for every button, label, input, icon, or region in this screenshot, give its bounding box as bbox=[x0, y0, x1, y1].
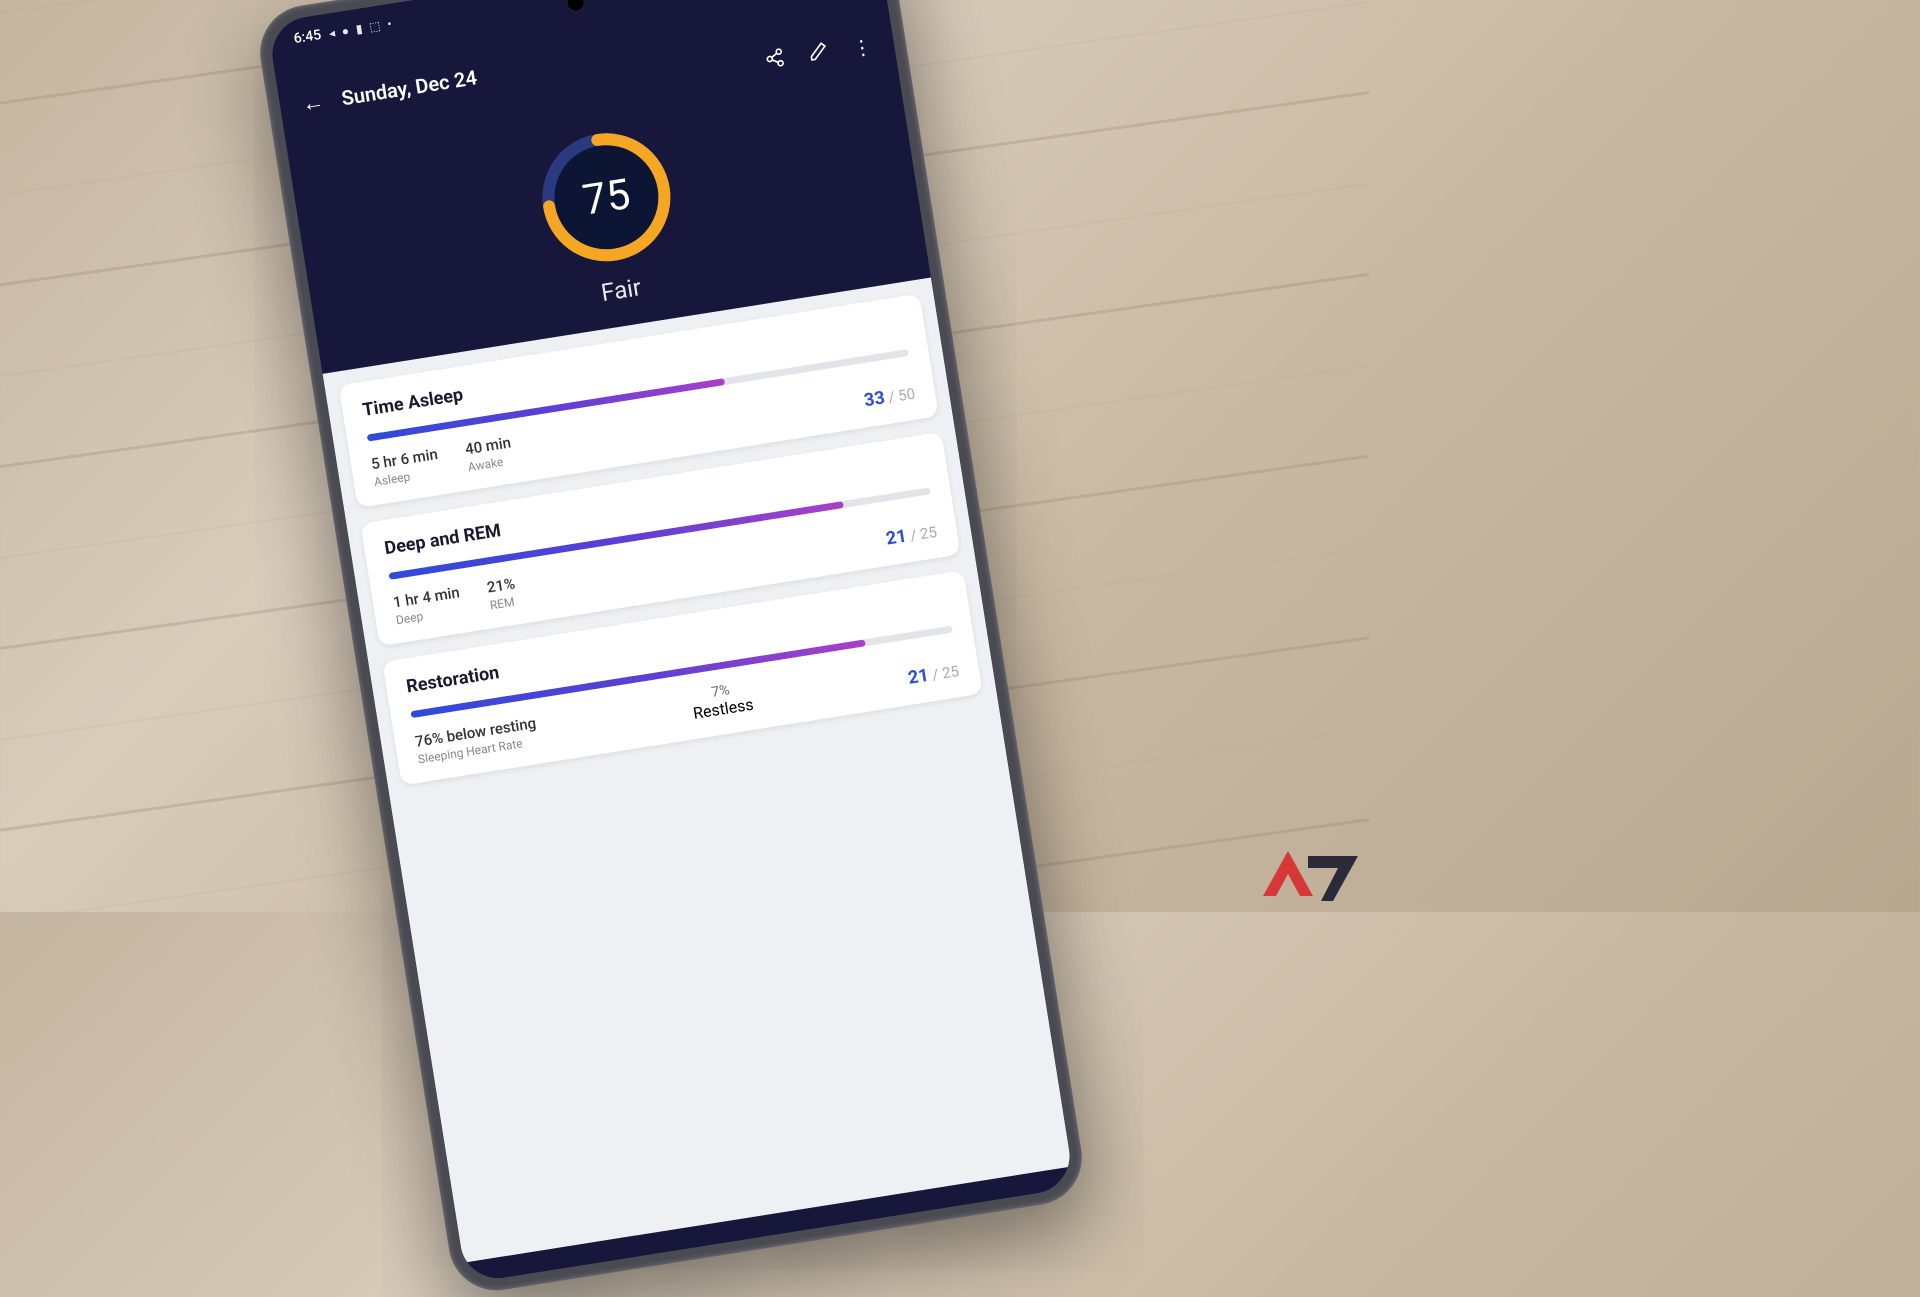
edit-icon[interactable] bbox=[807, 40, 831, 68]
metric-value: 21% bbox=[486, 574, 517, 596]
phone-frame: 6:45 ◂ ● ▮ ⬚ • ⌀ ▾◣ ◢ ▮ ← Sunday, Dec 24 bbox=[253, 0, 1088, 1297]
watermark-logo bbox=[1253, 846, 1363, 906]
back-icon[interactable]: ← bbox=[300, 88, 326, 117]
more-icon[interactable]: ⋮ bbox=[850, 34, 872, 61]
status-time: 6:45 bbox=[293, 27, 323, 47]
card-score: 21 / 25 bbox=[885, 521, 939, 550]
content-area: Time Asleep 5 hr 6 min Asleep 40 min bbox=[323, 278, 1072, 1263]
card-score: 21 / 25 bbox=[907, 660, 961, 689]
share-icon[interactable] bbox=[763, 47, 787, 75]
card-score: 33 / 50 bbox=[863, 383, 917, 412]
sleep-score-value: 75 bbox=[526, 117, 686, 277]
metric-label: REM bbox=[489, 594, 519, 612]
screen: 6:45 ◂ ● ▮ ⬚ • ⌀ ▾◣ ◢ ▮ ← Sunday, Dec 24 bbox=[267, 0, 1075, 1284]
page-title: Sunday, Dec 24 bbox=[340, 65, 479, 110]
